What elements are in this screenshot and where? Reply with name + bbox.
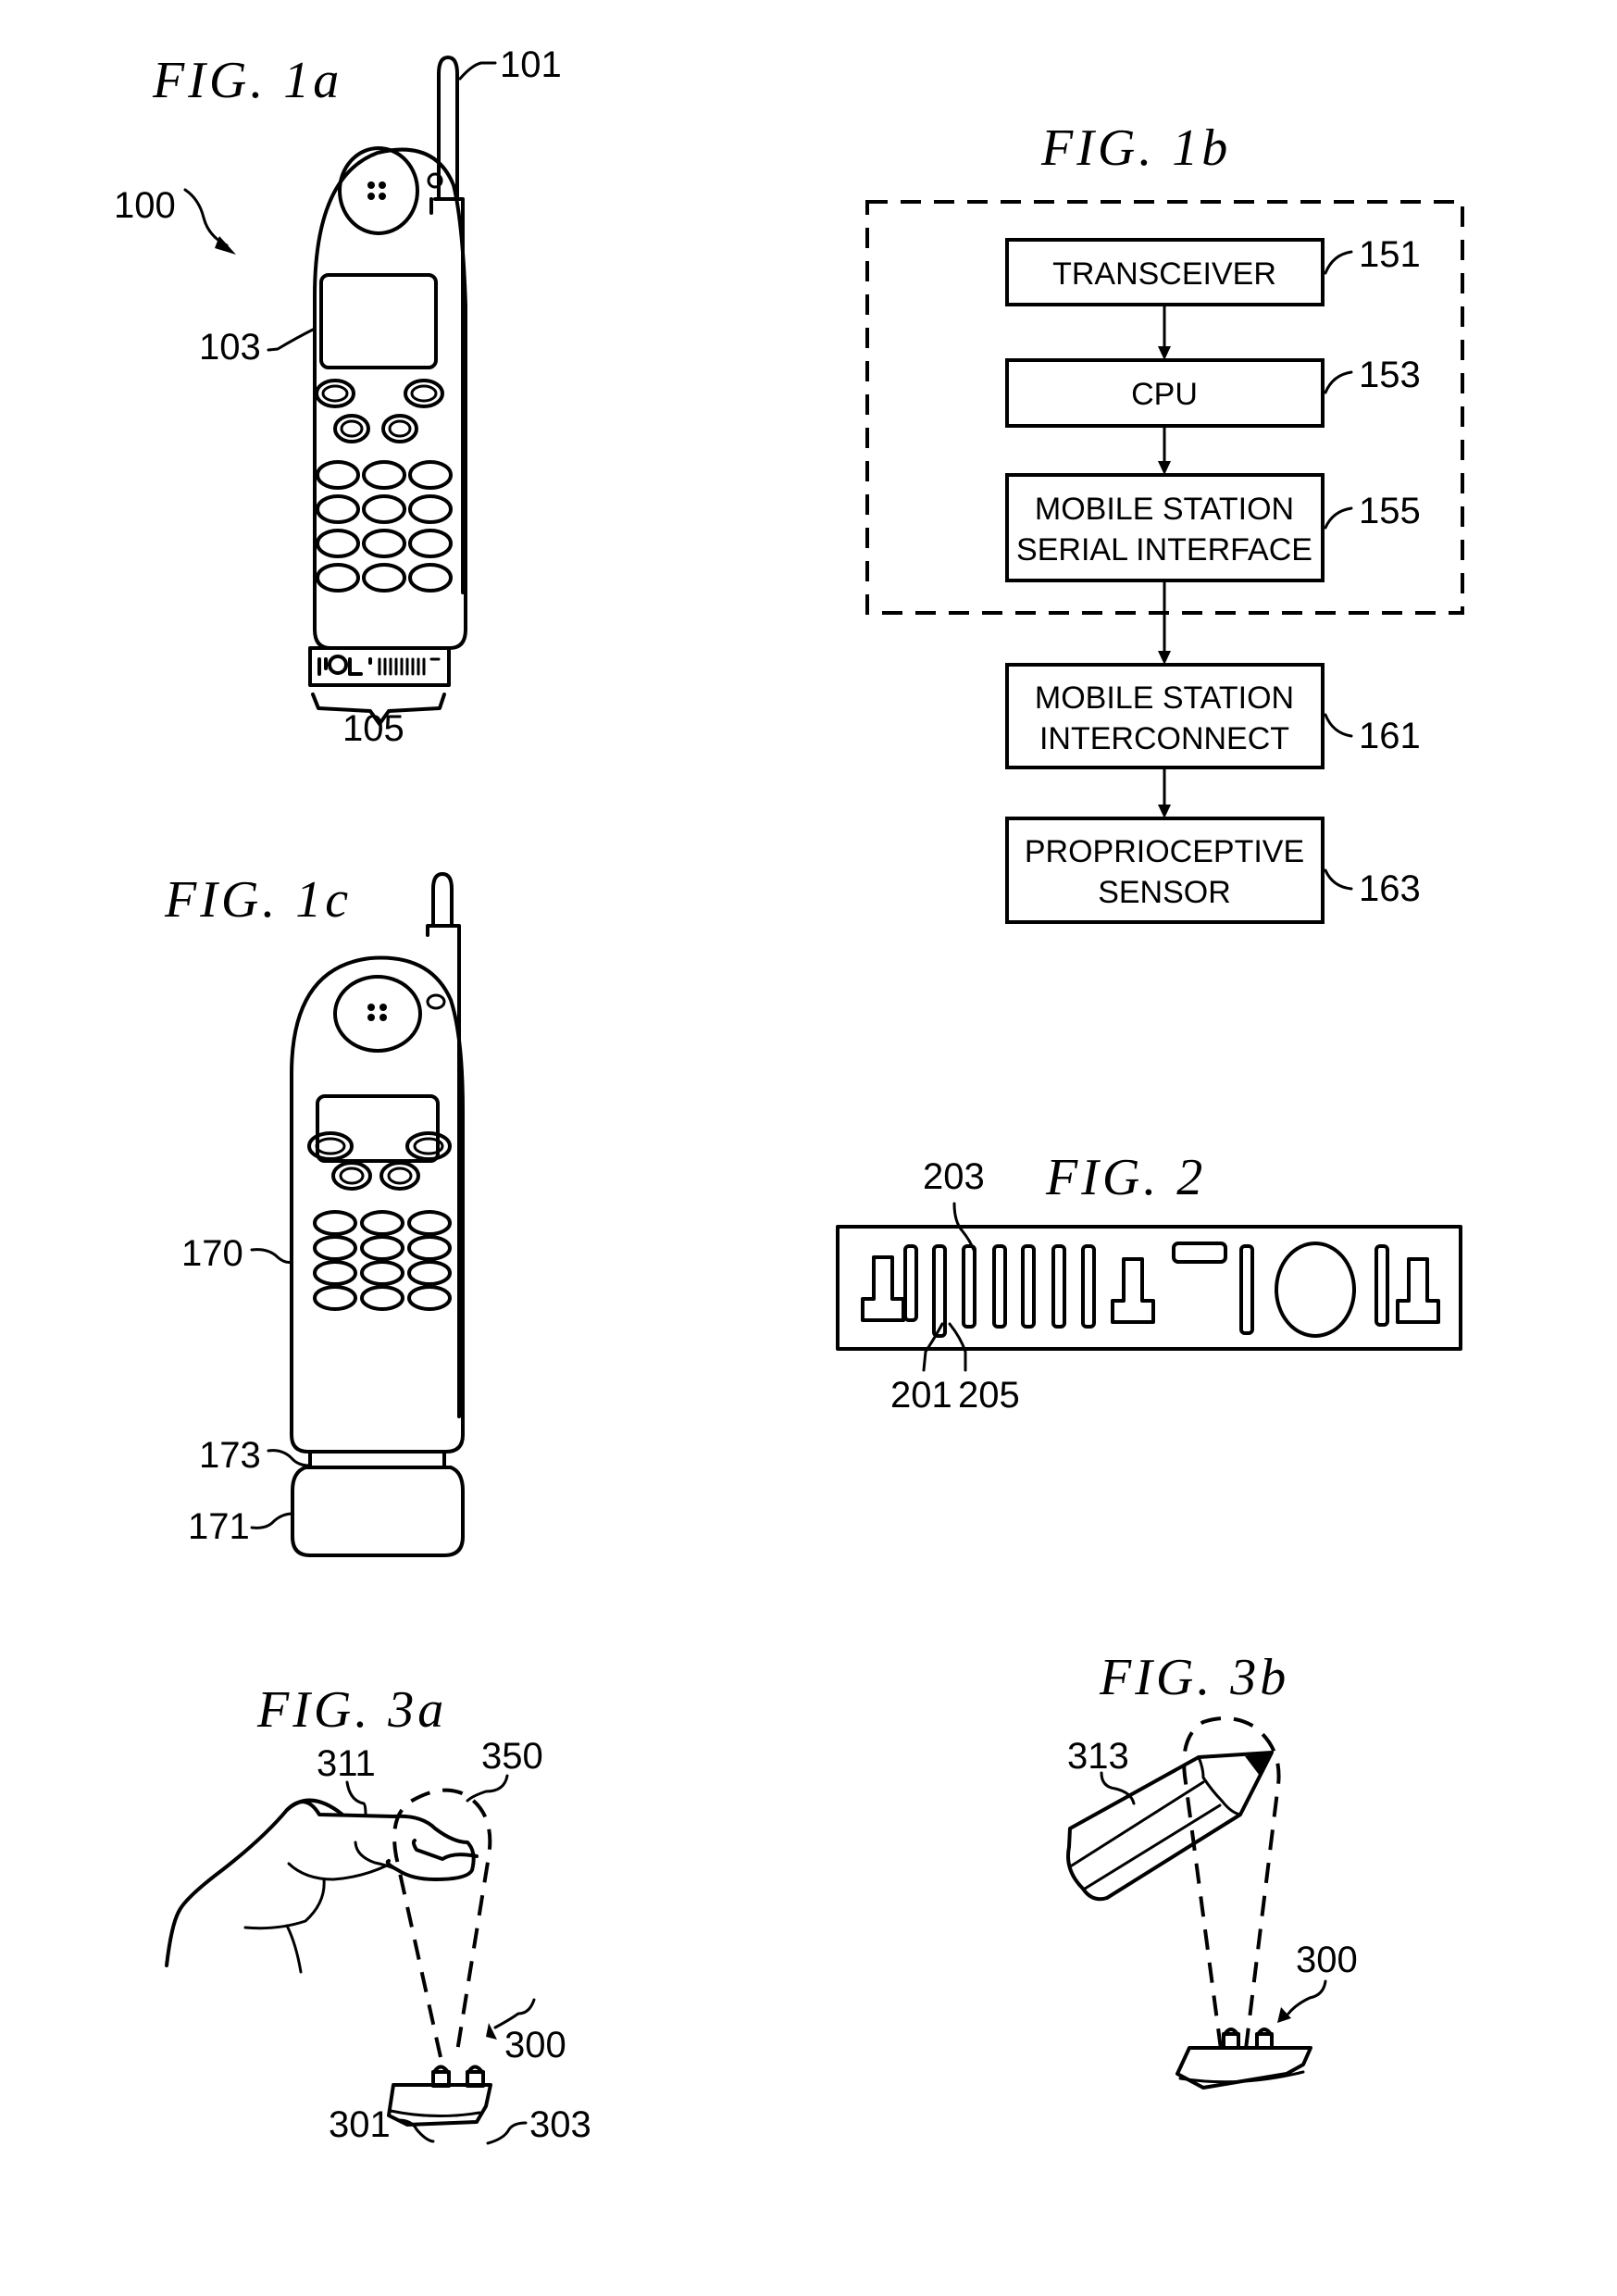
keypad-key [407, 1210, 452, 1236]
fig-3a: FIG. 3a 311 350 300 301 303 [165, 1681, 591, 2145]
earpiece-icon [338, 146, 419, 235]
fig-1a-title: FIG. 1a [152, 52, 342, 109]
ref-313: 313 [1067, 1736, 1129, 1777]
fig-3a-title: FIG. 3a [256, 1681, 447, 1739]
ref-350: 350 [481, 1736, 543, 1777]
ref-171: 171 [188, 1506, 250, 1547]
fig-2-title: FIG. 2 [1045, 1149, 1206, 1206]
keypad-key [316, 494, 360, 524]
ref-170: 170 [181, 1233, 243, 1274]
block-serial-interface-line1: MOBILE STATION [1035, 492, 1294, 527]
sensor-300 [1175, 2028, 1312, 2090]
ref-161: 161 [1359, 716, 1421, 756]
keypad-key [360, 1285, 404, 1311]
ref-300-3b: 300 [1296, 1940, 1358, 1980]
fig-3b-title: FIG. 3b [1099, 1649, 1289, 1706]
fig-2: FIG. 2 203 201 205 [836, 1149, 1462, 1416]
connector-l-pin [1111, 1257, 1155, 1324]
connector-pin [962, 1244, 976, 1329]
ref-203: 203 [923, 1156, 985, 1197]
keypad [316, 460, 453, 593]
connector-pin [1239, 1244, 1254, 1335]
block-sensor-line1: PROPRIOCEPTIVE [1025, 834, 1304, 869]
patent-drawing-sheet: FIG. 1a 101 100 103 105 FIG. 1b TRANSCEI… [114, 44, 1464, 2145]
connector-l-pin [1396, 1257, 1440, 1324]
ref-311: 311 [317, 1743, 376, 1784]
phone-body [290, 955, 465, 1454]
keypad-key [362, 494, 406, 524]
keypad-key [408, 460, 453, 490]
joint-173 [308, 1450, 446, 1469]
block-transceiver-label: TRANSCEIVER [1052, 256, 1276, 292]
antenna-icon [431, 872, 454, 928]
keypad-key [362, 529, 406, 558]
earpiece-icon [333, 975, 422, 1053]
connector-pin [932, 1244, 947, 1338]
connector-pin [992, 1244, 1007, 1329]
keypad-key [313, 1210, 357, 1236]
connector-slot [1172, 1242, 1227, 1264]
keypad-key [408, 494, 453, 524]
phone-1c [290, 872, 465, 1557]
keypad-key [360, 1210, 404, 1236]
block-interconnect-line2: INTERCONNECT [1039, 721, 1289, 756]
block-sensor-line2: SENSOR [1098, 875, 1231, 910]
keypad-key [408, 529, 453, 558]
keypad-key [313, 1285, 357, 1311]
block-serial-interface-line2: SERIAL INTERFACE [1016, 532, 1312, 568]
ref-101: 101 [500, 44, 562, 85]
phone-1a [308, 56, 467, 726]
connector-pin [1374, 1244, 1389, 1327]
keypad-key [360, 1260, 404, 1286]
soft-keys [315, 379, 444, 443]
connector-pin [1021, 1244, 1036, 1329]
keypad-key [360, 1235, 404, 1261]
ref-105: 105 [342, 708, 404, 749]
detection-field-350 [392, 1788, 492, 2058]
ref-155: 155 [1359, 491, 1421, 531]
finger-311 [165, 1798, 479, 1974]
ref-173: 173 [199, 1435, 261, 1476]
keypad-key [407, 1285, 452, 1311]
sensor-300 [387, 2065, 492, 2127]
connector-pin [1081, 1244, 1096, 1329]
keypad-key [313, 1235, 357, 1261]
keypad [313, 1210, 452, 1311]
fig-1c: FIG. 1c 170 173 171 [164, 871, 465, 1557]
ref-300: 300 [504, 2025, 566, 2065]
connector-pin [1051, 1244, 1066, 1329]
connector-round-port [1275, 1242, 1356, 1338]
connector-pin [903, 1244, 918, 1322]
block-cpu-label: CPU [1131, 377, 1198, 412]
keypad-key [407, 1235, 452, 1261]
keypad-key [316, 460, 360, 490]
keypad-key [407, 1260, 452, 1286]
fig-1b: FIG. 1b TRANSCEIVER CPU MOBILE STATION S… [865, 119, 1464, 924]
connector-pins [861, 1244, 1440, 1338]
keypad-key [316, 563, 360, 593]
connector-l-pin [861, 1255, 905, 1322]
keypad-key [313, 1260, 357, 1286]
fig-1c-title: FIG. 1c [164, 871, 352, 929]
ref-301: 301 [329, 2104, 391, 2145]
ref-153: 153 [1359, 355, 1421, 395]
fig-3b: FIG. 3b 313 300 [1066, 1649, 1358, 2090]
fig-1a: FIG. 1a 101 100 103 105 [114, 44, 562, 749]
ref-151: 151 [1359, 234, 1421, 275]
display-screen [319, 273, 438, 369]
ref-201: 201 [890, 1375, 952, 1416]
block-interconnect-line1: MOBILE STATION [1035, 680, 1294, 716]
keypad-key [362, 563, 406, 593]
keypad-key [316, 529, 360, 558]
sensor-module-171 [291, 1466, 465, 1557]
connector-face [836, 1225, 1462, 1351]
ref-103: 103 [199, 327, 261, 368]
ref-205: 205 [958, 1375, 1020, 1416]
fig-1b-title: FIG. 1b [1040, 119, 1231, 177]
ref-303: 303 [529, 2104, 591, 2145]
keypad-key [408, 563, 453, 593]
ref-163: 163 [1359, 868, 1421, 909]
keypad-key [362, 460, 406, 490]
ref-100: 100 [114, 185, 176, 226]
